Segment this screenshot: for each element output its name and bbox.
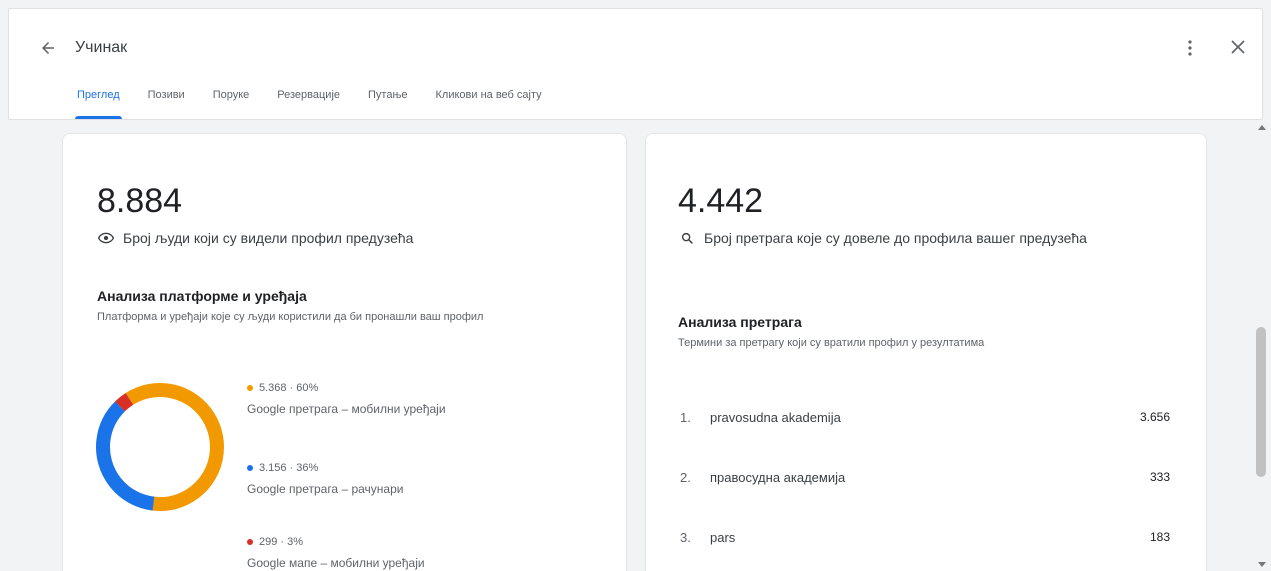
vertical-scrollbar[interactable] <box>1255 121 1269 571</box>
platform-analysis-subtitle: Платформа и уређаји које су људи користи… <box>97 311 484 323</box>
platform-analysis-title: Анализа платформе и уређаја <box>97 288 307 304</box>
search-term-rank: 2. <box>680 469 691 485</box>
search-term-count: 183 <box>1149 530 1170 544</box>
legend-dot <box>247 465 253 471</box>
searches-card: 4.442 Број претрага које су довеле до пр… <box>645 133 1207 571</box>
more-button[interactable] <box>1180 35 1200 61</box>
legend-value: 3.156 · 36% <box>259 462 319 474</box>
searches-label: Број претрага које су довеле до профила … <box>704 230 1087 246</box>
legend-item-desktop-search: 3.156 · 36% Google претрага – рачунари <box>247 462 403 496</box>
scroll-down-arrow[interactable] <box>1258 562 1266 567</box>
scroll-up-arrow[interactable] <box>1258 125 1266 130</box>
tab-overview[interactable]: Преглед <box>75 85 122 119</box>
search-term-count: 3.656 <box>1139 410 1170 424</box>
tab-calls[interactable]: Позиви <box>146 85 187 119</box>
profile-views-metric: Број људи који су видели профил предузећ… <box>97 226 413 250</box>
legend-value: 299 · 3% <box>259 536 304 548</box>
searches-value: 4.442 <box>678 182 764 220</box>
search-term: pars <box>710 529 736 545</box>
legend-item-mobile-maps: 299 · 3% Google мапе – мобилни уређаји <box>247 536 425 570</box>
eye-icon <box>97 226 115 250</box>
search-term-row[interactable]: 1. pravosudna akademija 3.656 <box>680 405 1170 429</box>
platform-donut-chart <box>96 382 224 511</box>
search-term-row[interactable]: 3. pars 183 <box>680 525 1170 549</box>
legend-label: Google мапе – мобилни уређаји <box>247 556 425 570</box>
legend-value: 5.368 · 60% <box>259 382 319 394</box>
close-icon <box>1231 40 1245 54</box>
search-term-rank: 1. <box>680 409 691 425</box>
scrollbar-thumb[interactable] <box>1256 327 1266 477</box>
close-button[interactable] <box>1224 33 1252 61</box>
header-bar: Учинак Преглед Позиви Поруке Резервације… <box>8 8 1263 120</box>
searches-metric: Број претрага које су довеле до профила … <box>678 226 1138 250</box>
search-term-row[interactable]: 2. правосудна академија 333 <box>680 465 1170 489</box>
search-term: правосудна академија <box>710 469 846 485</box>
page-title: Учинак <box>75 39 128 56</box>
tab-bar: Преглед Позиви Поруке Резервације Путање… <box>75 85 544 119</box>
search-analysis-subtitle: Термини за претрагу који су вратили проф… <box>678 337 985 349</box>
arrow-left-icon <box>42 42 54 54</box>
legend-item-mobile-search: 5.368 · 60% Google претрага – мобилни ур… <box>247 382 446 416</box>
tab-directions[interactable]: Путање <box>366 85 410 119</box>
content-area[interactable]: 8.884 Број људи који су видели профил пр… <box>8 121 1254 571</box>
profile-views-card: 8.884 Број људи који су видели профил пр… <box>62 133 627 571</box>
profile-views-value: 8.884 <box>97 182 183 220</box>
search-term: pravosudna akademija <box>710 409 841 425</box>
donut-slice <box>96 383 224 511</box>
legend-label: Google претрага – рачунари <box>247 482 404 496</box>
search-term-count: 333 <box>1149 470 1170 484</box>
search-analysis-title: Анализа претрага <box>678 314 802 330</box>
legend-dot <box>247 385 253 391</box>
search-icon <box>678 226 696 250</box>
more-vert-icon <box>1188 40 1192 56</box>
tab-website-clicks[interactable]: Кликови на веб сајту <box>434 85 544 119</box>
search-term-rank: 3. <box>680 529 691 545</box>
legend-dot <box>247 539 253 545</box>
donut-slice <box>96 382 224 511</box>
tab-messages[interactable]: Поруке <box>211 85 252 119</box>
back-button[interactable] <box>35 35 61 61</box>
profile-views-label: Број људи који су видели профил предузећ… <box>123 230 414 246</box>
tab-bookings[interactable]: Резервације <box>275 85 342 119</box>
legend-label: Google претрага – мобилни уређаји <box>247 402 446 416</box>
